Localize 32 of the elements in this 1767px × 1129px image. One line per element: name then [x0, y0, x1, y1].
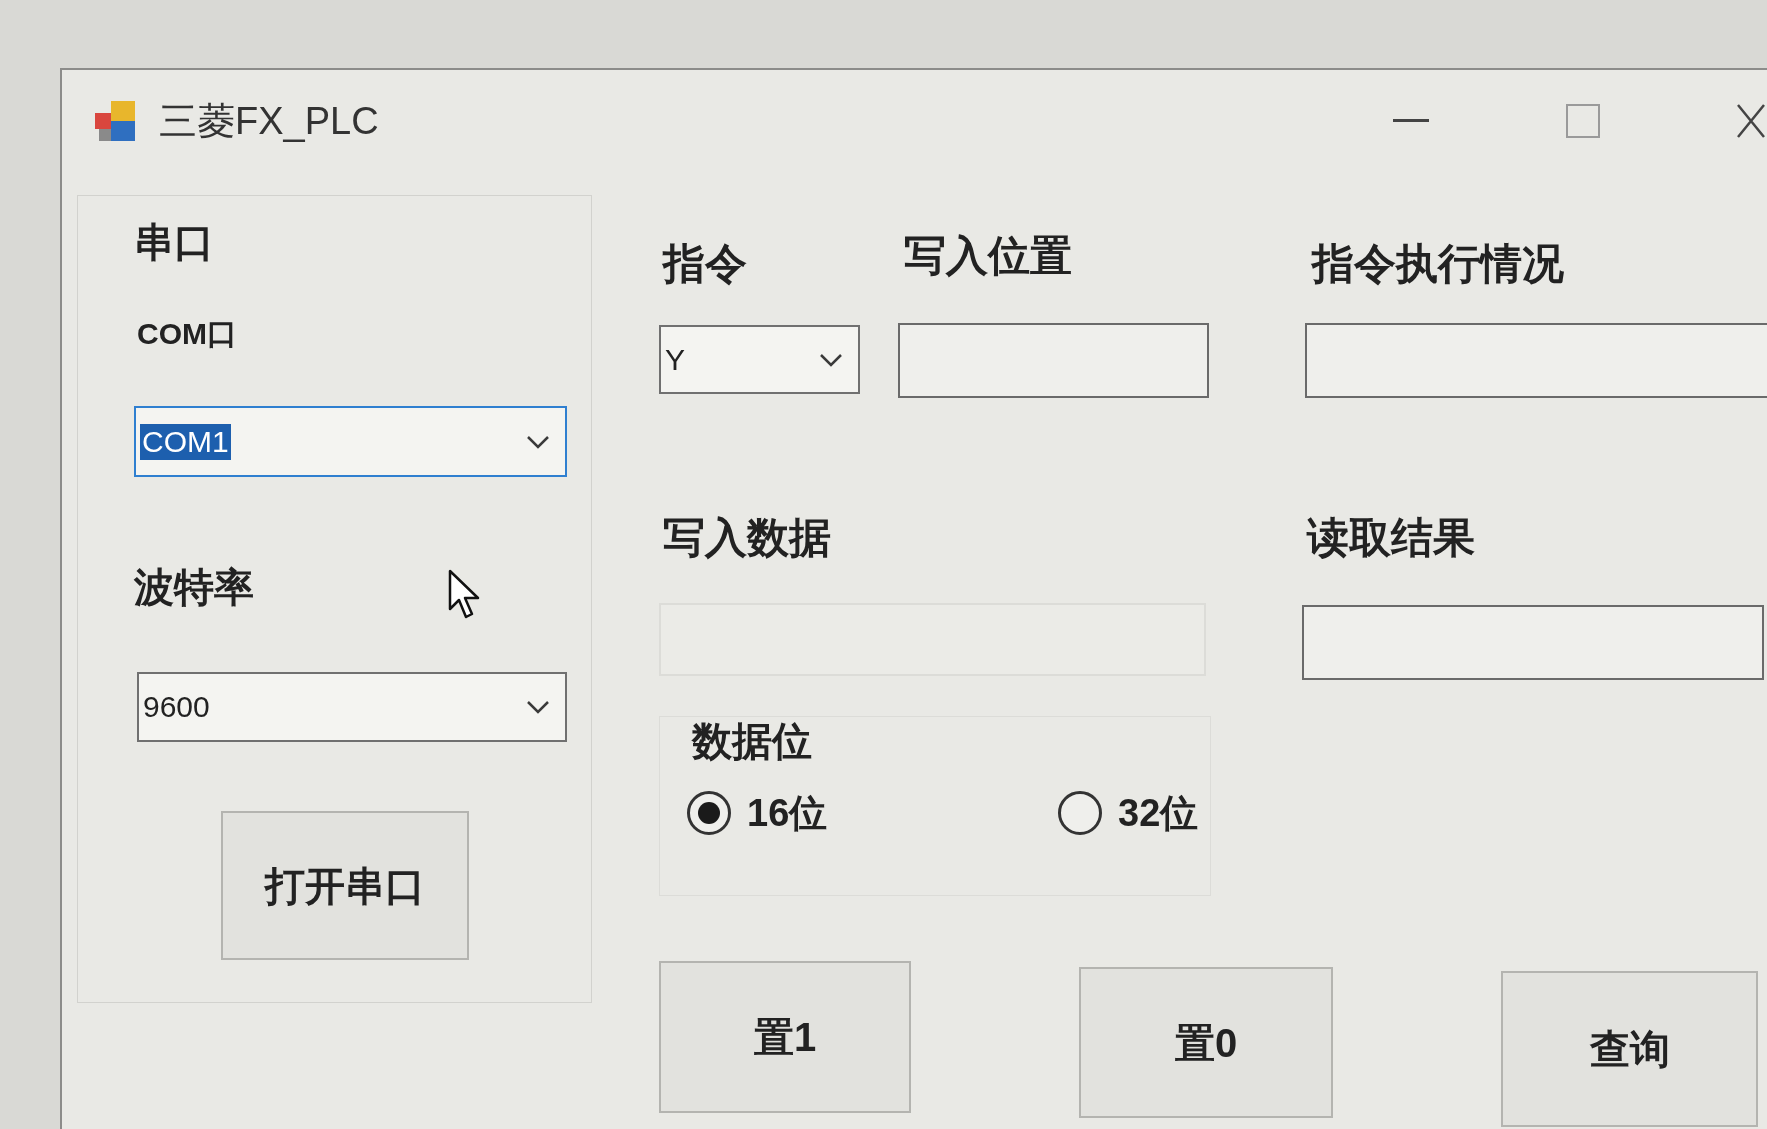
field-label: 写入数据 — [663, 513, 831, 563]
field-label: 写入位置 — [904, 231, 1072, 281]
combo-box[interactable]: Y — [659, 325, 860, 394]
field-label: 读取结果 — [1307, 513, 1475, 563]
group-title: 数据位 — [692, 718, 812, 765]
chevron-down-icon — [525, 699, 551, 715]
close-icon[interactable] — [1737, 104, 1765, 138]
combo-box[interactable]: COM1 — [134, 406, 567, 477]
input-field[interactable] — [1302, 605, 1764, 680]
minimize-icon[interactable] — [1393, 119, 1429, 123]
action-button[interactable]: 查询 — [1501, 971, 1758, 1127]
input-field[interactable] — [1305, 323, 1767, 398]
field-label: 指令 — [663, 239, 747, 289]
baud-label: 波特率 — [134, 564, 254, 611]
input-field[interactable] — [898, 323, 1209, 398]
combo-value: COM1 — [140, 423, 231, 460]
radio-button[interactable] — [1058, 791, 1102, 835]
radio-label: 16位 — [747, 791, 828, 836]
port-label: COM口 — [137, 316, 237, 352]
field-label: 指令执行情况 — [1312, 239, 1564, 289]
action-button[interactable]: 置0 — [1079, 967, 1333, 1118]
chevron-down-icon — [525, 433, 551, 450]
combo-value: Y — [665, 341, 685, 378]
radio-button[interactable] — [687, 791, 731, 835]
combo-value: 9600 — [143, 689, 210, 725]
open-port-button[interactable]: 打开串口 — [221, 811, 469, 960]
window-title: 三菱FX_PLC — [159, 99, 379, 144]
radio-label: 32位 — [1118, 791, 1199, 836]
action-button[interactable]: 置1 — [659, 961, 911, 1113]
combo-box[interactable]: 9600 — [137, 672, 567, 742]
chevron-down-icon — [818, 351, 844, 368]
group-title: 串口 — [134, 219, 214, 266]
